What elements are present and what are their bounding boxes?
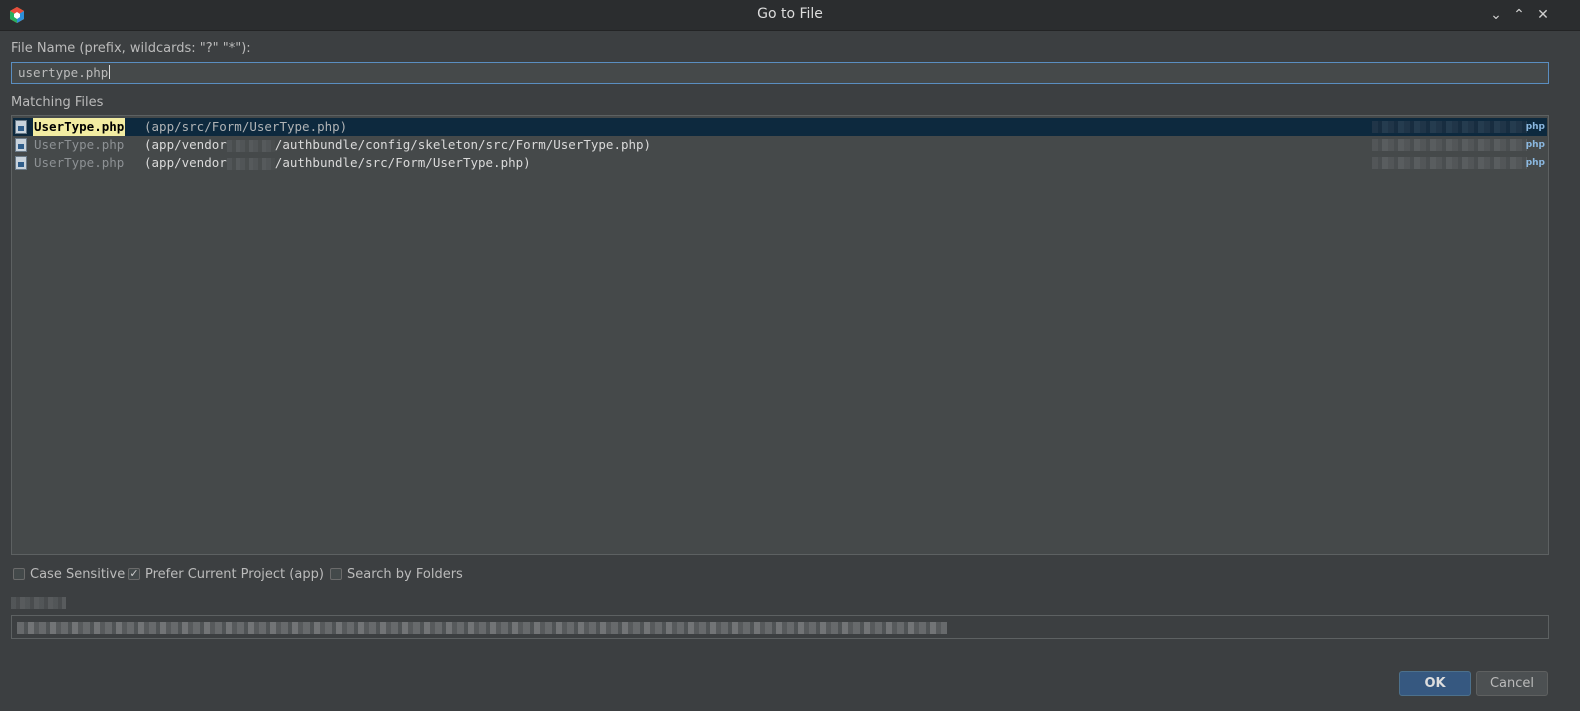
file-row[interactable]: UserType.php (app/vendor/authbundle/src/… [13,154,1547,172]
maximize-button[interactable]: ⌃ [1509,5,1529,25]
prefer-current-project-label: Prefer Current Project (app) [145,566,324,582]
file-row[interactable]: UserType.php (app/src/Form/UserType.php)… [13,118,1547,136]
file-path: (app/src/Form/UserType.php) [144,118,347,136]
matching-files-list[interactable]: UserType.php (app/src/Form/UserType.php)… [11,115,1549,555]
file-name: UserType.php [34,137,125,152]
file-path-start: (app/vendor [144,137,227,152]
text-caret [109,65,111,79]
search-by-folders-option[interactable]: Search by Folders [330,566,463,582]
php-badge: php [1525,140,1545,150]
file-path-start: (app/vendor [144,155,227,170]
prefer-current-project-option[interactable]: ✓ Prefer Current Project (app) [128,566,324,582]
file-name-label: File Name (prefix, wildcards: "?" "*"): [11,41,251,56]
file-name: UserType.php [34,155,125,170]
php-badge: php [1525,158,1545,168]
file-name-input[interactable]: usertype.php [11,62,1549,84]
prefer-current-project-checkbox[interactable]: ✓ [128,568,140,580]
redacted-project-name [1372,139,1527,151]
php-file-icon [15,138,27,152]
file-path-end: /authbundle/config/skeleton/src/Form/Use… [274,137,652,152]
redacted-full-path [17,622,947,634]
redacted-vendor-name [226,157,275,170]
close-button[interactable]: ✕ [1533,5,1553,25]
file-row[interactable]: UserType.php (app/vendor/authbundle/conf… [13,136,1547,154]
file-path-end: /authbundle/src/Form/UserType.php) [274,155,531,170]
case-sensitive-checkbox[interactable] [13,568,25,580]
minimize-button[interactable]: ⌄ [1486,5,1506,25]
case-sensitive-option[interactable]: Case Sensitive [13,566,125,582]
dialog-title: Go to File [757,6,823,22]
file-path: (app/vendor/authbundle/config/skeleton/s… [144,136,651,154]
file-path: (app/vendor/authbundle/src/Form/UserType… [144,154,531,172]
file-name-value: usertype.php [18,65,109,80]
redacted-vendor-name [226,139,275,152]
php-file-icon [15,120,27,134]
search-by-folders-checkbox[interactable] [330,568,342,580]
file-path-start: (app/src/Form/UserType.php) [144,119,348,134]
php-file-icon [15,156,27,170]
search-by-folders-label: Search by Folders [347,566,463,582]
cancel-button[interactable]: Cancel [1476,671,1548,696]
redacted-project-name [1372,121,1527,133]
php-badge: php [1525,122,1545,132]
redacted-path-label [11,597,66,609]
matching-files-label: Matching Files [11,95,104,110]
title-bar: Go to File ⌄ ⌃ ✕ [0,0,1580,31]
redacted-project-name [1372,157,1527,169]
selected-file-path-field[interactable] [11,615,1549,639]
case-sensitive-label: Case Sensitive [30,566,126,582]
ok-button[interactable]: OK [1399,671,1471,696]
file-name: UserType.php [33,118,126,136]
